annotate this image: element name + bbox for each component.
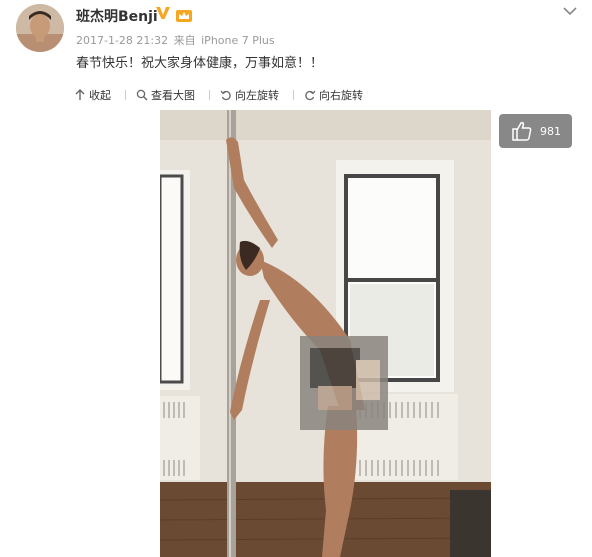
arrow-up-icon [74, 89, 86, 101]
source-device[interactable]: iPhone 7 Plus [201, 34, 275, 47]
verified-v-icon [155, 5, 171, 21]
thumbs-up-icon [510, 119, 534, 143]
like-count: 981 [540, 124, 561, 138]
member-crown-icon[interactable] [175, 7, 193, 23]
post-date: 2017-1-28 21:32 [76, 34, 169, 47]
toolbar-divider [293, 90, 294, 100]
source-prefix: 来自 [173, 34, 196, 47]
photo-illustration [160, 110, 491, 557]
post-text: 春节快乐！祝大家身体健康，万事如意！！ [76, 56, 324, 71]
post-image-container: 981 [74, 110, 576, 557]
toolbar-divider [125, 90, 126, 100]
post-photo[interactable] [160, 110, 491, 557]
rotate-left-button[interactable]: 向左旋转 [220, 87, 279, 103]
post-header: 班杰明Benji 2017-1-28 21:32 来自 iPhone 7 Plu… [0, 0, 592, 110]
chevron-down-icon[interactable] [562, 2, 578, 16]
rotate-left-label: 向左旋转 [235, 89, 279, 102]
rotate-right-label: 向右旋转 [319, 89, 363, 102]
rotate-left-icon [220, 89, 232, 101]
collapse-button[interactable]: 收起 [74, 87, 111, 103]
avatar[interactable] [16, 4, 64, 52]
image-toolbar: 收起 查看大图 向左旋转 向右旋转 [74, 86, 377, 104]
like-count-badge[interactable]: 981 [499, 114, 572, 148]
view-large-button[interactable]: 查看大图 [136, 87, 195, 103]
toolbar-divider [209, 90, 210, 100]
avatar-image [16, 4, 64, 52]
view-large-label: 查看大图 [151, 89, 195, 102]
magnifier-icon [136, 89, 148, 101]
post-meta: 2017-1-28 21:32 来自 iPhone 7 Plus [76, 32, 277, 48]
rotate-right-icon [304, 89, 316, 101]
collapse-label: 收起 [89, 89, 111, 102]
rotate-right-button[interactable]: 向右旋转 [304, 87, 363, 103]
username[interactable]: 班杰明Benji [76, 6, 158, 26]
